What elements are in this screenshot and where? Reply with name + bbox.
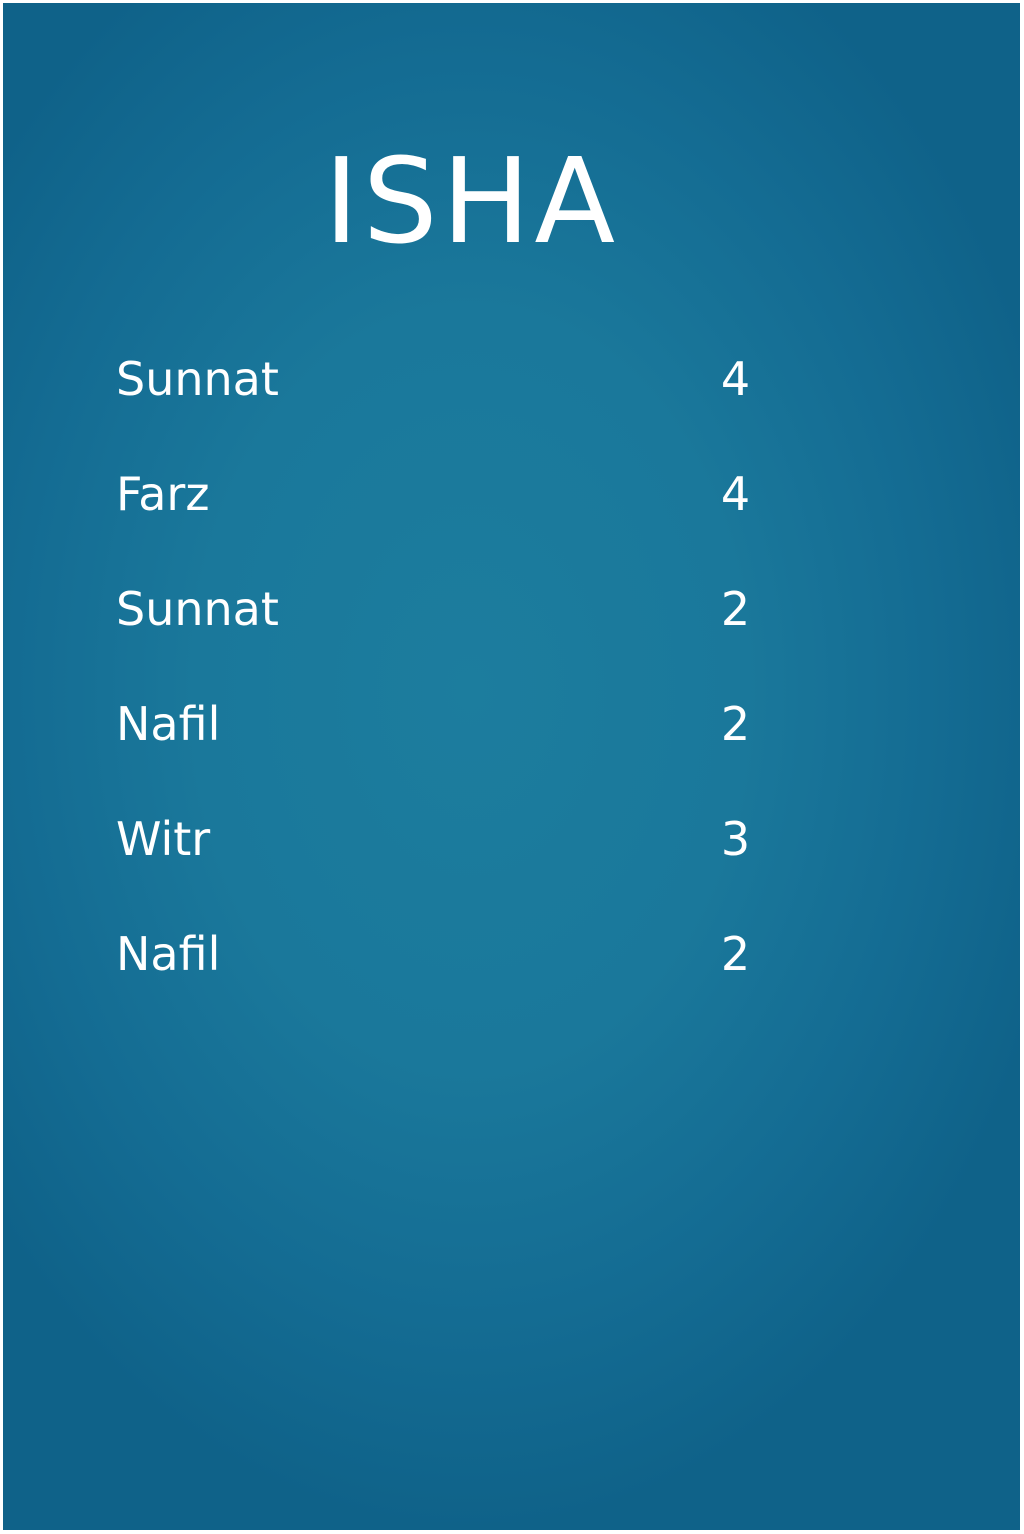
prayer-name: Farz [116, 467, 210, 521]
list-item: Sunnat 4 [3, 349, 1020, 464]
list-item: Nafil 2 [3, 924, 1020, 1039]
prayer-name: Nafil [116, 697, 221, 751]
list-item: Sunnat 2 [3, 579, 1020, 694]
rakat-count: 4 [720, 352, 751, 406]
prayer-name: Sunnat [116, 582, 279, 636]
prayer-name: Nafil [116, 927, 221, 981]
rakat-count: 4 [720, 467, 751, 521]
rakat-count: 2 [720, 582, 751, 636]
prayer-name: Sunnat [116, 352, 279, 406]
rakat-count: 2 [720, 697, 751, 751]
page-title: ISHA [323, 132, 620, 270]
prayer-name: Witr [116, 812, 211, 866]
rakat-count: 2 [720, 927, 751, 981]
prayer-card: ISHA Sunnat 4 Farz 4 Sunnat 2 Nafil 2 Wi… [3, 3, 1020, 1530]
list-item: Nafil 2 [3, 694, 1020, 809]
rakat-list: Sunnat 4 Farz 4 Sunnat 2 Nafil 2 Witr 3 … [3, 349, 1020, 1039]
list-item: Farz 4 [3, 464, 1020, 579]
rakat-count: 3 [720, 812, 751, 866]
list-item: Witr 3 [3, 809, 1020, 924]
